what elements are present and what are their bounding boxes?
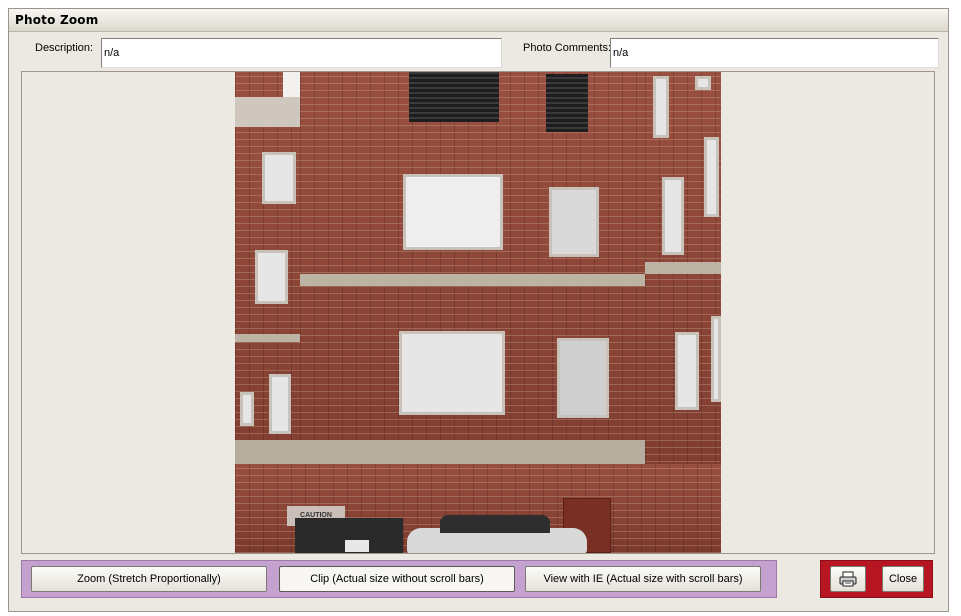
printer-icon [839,571,857,587]
title-bar: Photo Zoom [9,9,948,32]
view-mode-button-group: Zoom (Stretch Proportionally) Clip (Actu… [21,560,777,598]
photo-comments-label: Photo Comments: [523,42,612,54]
photo-comments-field[interactable] [610,38,939,68]
zoom-stretch-button[interactable]: Zoom (Stretch Proportionally) [31,566,267,592]
photo-viewer: CAUTION [21,71,935,554]
clip-actual-size-button[interactable]: Clip (Actual size without scroll bars) [279,566,515,592]
photo-zoom-window: Photo Zoom Description: Photo Comments: [8,8,949,612]
view-with-ie-button[interactable]: View with IE (Actual size with scroll ba… [525,566,761,592]
photo-image: CAUTION [235,72,721,553]
description-field[interactable] [101,38,502,68]
description-label: Description: [35,42,94,54]
window-title: Photo Zoom [15,13,99,27]
print-button[interactable] [830,566,866,592]
close-button[interactable]: Close [882,566,924,592]
action-button-group: Close [820,560,933,598]
